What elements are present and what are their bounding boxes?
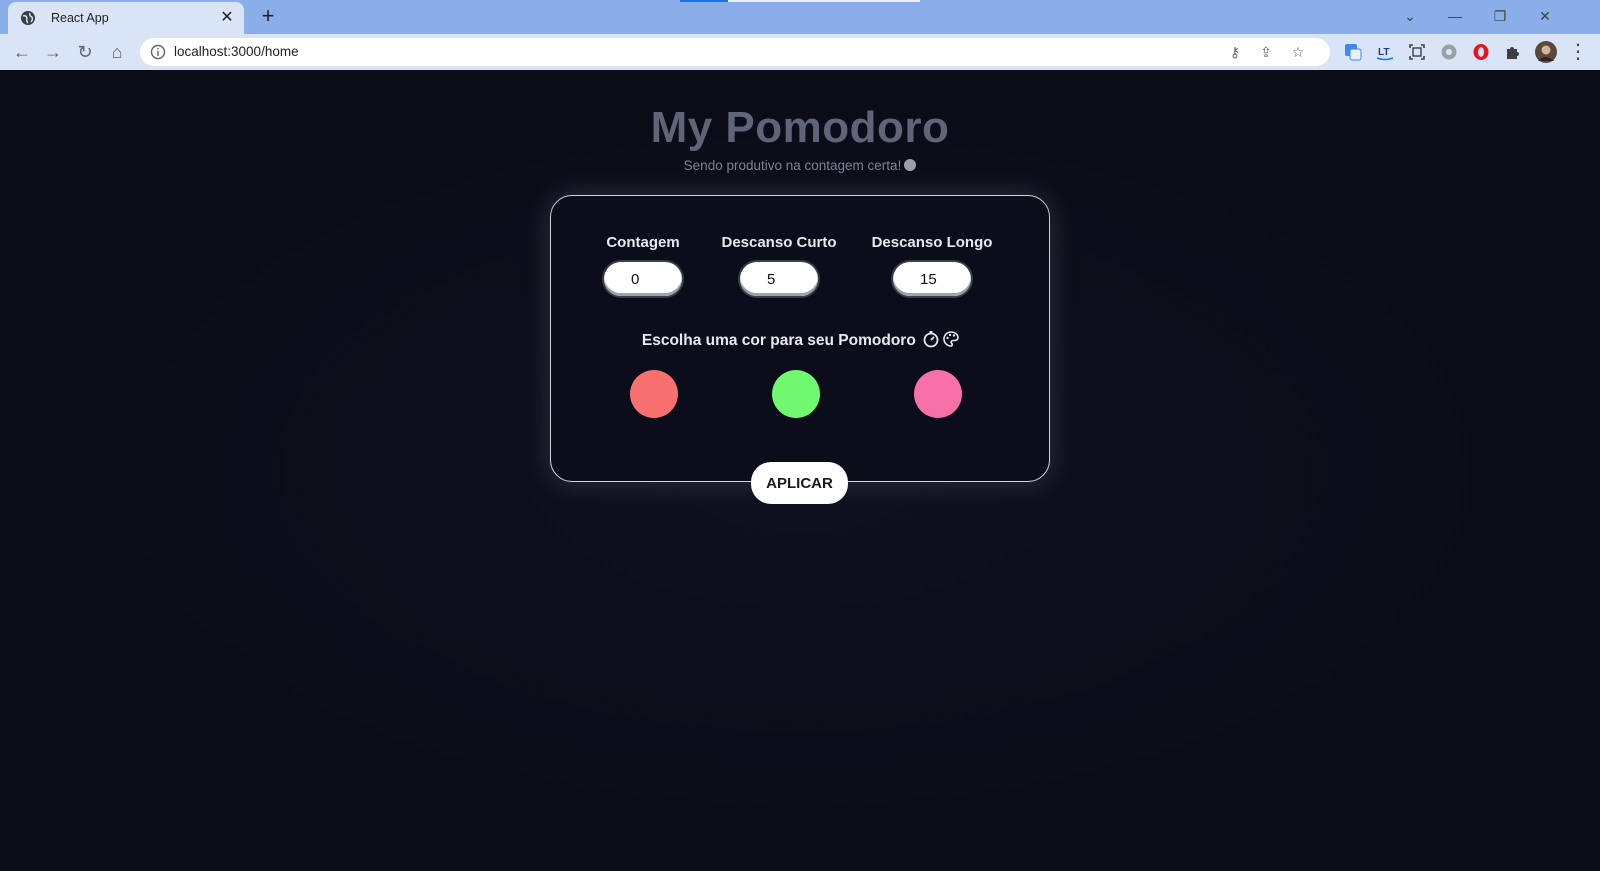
- browser-tabstrip: React App ✕ + ⌄ — ❐ ✕: [0, 0, 1600, 34]
- descanso-curto-label: Descanso Curto: [721, 234, 837, 251]
- profile-avatar[interactable]: [1534, 40, 1558, 64]
- stopwatch-icon: [923, 331, 939, 348]
- screen-capture-icon[interactable]: [1407, 42, 1427, 62]
- contagem-input[interactable]: [604, 262, 682, 296]
- descanso-longo-field: Descanso Longo: [869, 234, 995, 296]
- color-option-green[interactable]: [772, 370, 820, 418]
- url-text[interactable]: localhost:3000/home: [174, 44, 299, 59]
- back-button[interactable]: ←: [10, 40, 34, 64]
- lt-extension-icon[interactable]: LT: [1375, 42, 1395, 62]
- browser-toolbar: ← → ↻ ⌂ localhost:3000/home ⚷ ⇪ ☆ LT ⋮: [0, 34, 1600, 70]
- reload-button[interactable]: ↻: [73, 40, 97, 64]
- google-translate-icon[interactable]: [1343, 42, 1363, 62]
- app-subtitle-text: Sendo produtivo na contagem certa!: [683, 158, 902, 173]
- browser-menu-icon[interactable]: ⋮: [1566, 40, 1590, 64]
- close-window-button[interactable]: ✕: [1532, 4, 1558, 28]
- info-icon[interactable]: [150, 44, 166, 60]
- stopwatch-icon: [904, 159, 917, 171]
- globe-icon: [21, 11, 35, 25]
- settings-card: Contagem Descanso Curto Descanso Longo E…: [550, 195, 1050, 482]
- descanso-longo-input[interactable]: [893, 262, 971, 296]
- descanso-curto-input[interactable]: [740, 262, 818, 296]
- loading-indicator: [680, 0, 920, 2]
- descanso-longo-label: Descanso Longo: [871, 234, 993, 251]
- page-content: My Pomodoro Sendo produtivo na contagem …: [0, 70, 1600, 871]
- opera-icon[interactable]: [1471, 42, 1491, 62]
- tab-search-icon[interactable]: ⌄: [1397, 4, 1423, 28]
- descanso-curto-field: Descanso Curto: [719, 234, 839, 296]
- color-picker-title-text: Escolha uma cor para seu Pomodoro: [641, 332, 916, 349]
- contagem-field: Contagem: [603, 234, 683, 296]
- close-tab-icon[interactable]: ✕: [218, 9, 236, 27]
- puzzle-icon[interactable]: [1503, 42, 1523, 62]
- share-icon[interactable]: ⇪: [1256, 42, 1276, 62]
- contagem-label: Contagem: [606, 234, 680, 251]
- home-button[interactable]: ⌂: [105, 40, 129, 64]
- apply-button[interactable]: APLICAR: [751, 462, 848, 504]
- new-tab-button[interactable]: +: [256, 5, 280, 29]
- forward-button[interactable]: →: [41, 40, 65, 64]
- svg-text:LT: LT: [1378, 47, 1389, 58]
- browser-tab[interactable]: React App ✕: [8, 2, 244, 34]
- color-option-pink[interactable]: [914, 370, 962, 418]
- app-title: My Pomodoro: [650, 103, 950, 152]
- app-subtitle: Sendo produtivo na contagem certa!: [0, 158, 1600, 173]
- address-bar[interactable]: localhost:3000/home ⚷ ⇪ ☆: [140, 38, 1330, 66]
- palette-icon: [943, 331, 959, 347]
- minimize-button[interactable]: —: [1442, 4, 1468, 28]
- restore-button[interactable]: ❐: [1487, 4, 1513, 28]
- bookmark-star-icon[interactable]: ☆: [1288, 42, 1308, 62]
- color-picker-title: Escolha uma cor para seu Pomodoro: [551, 330, 1051, 350]
- tab-title: React App: [51, 11, 109, 25]
- settings-extension-icon[interactable]: [1439, 42, 1459, 62]
- key-icon[interactable]: ⚷: [1225, 42, 1245, 62]
- color-option-red[interactable]: [630, 370, 678, 418]
